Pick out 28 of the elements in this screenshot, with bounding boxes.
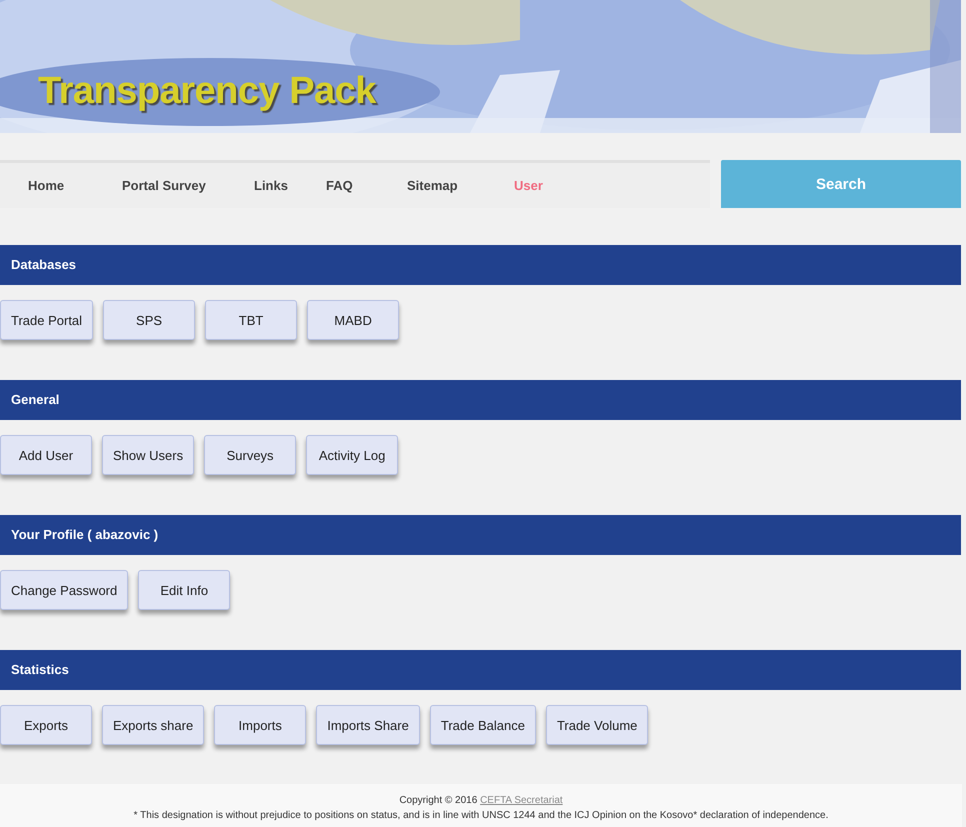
footnote-text: * This designation is without prejudice to positions on status, and is in line with UNSC 1244 and the ICJ Opinion on the Kosovo* declaration of independence. xyxy=(134,810,828,820)
menu-button[interactable]: Change Password xyxy=(0,570,128,610)
nav-link[interactable]: Portal Survey xyxy=(122,178,254,193)
section-header: Statistics xyxy=(0,650,961,690)
menu-button[interactable]: Trade Portal xyxy=(0,300,94,340)
menu-button[interactable]: Imports xyxy=(214,705,306,745)
section-header: Databases xyxy=(0,245,961,285)
menu-button[interactable]: TBT xyxy=(205,300,298,340)
menu-button[interactable]: Trade Balance xyxy=(430,705,536,745)
menu-button[interactable]: Surveys xyxy=(204,435,296,475)
menu-button[interactable]: Exports xyxy=(0,705,92,745)
nav-link[interactable]: FAQ xyxy=(326,178,407,193)
menu-button[interactable]: SPS xyxy=(103,300,196,340)
section-header: General xyxy=(0,380,961,420)
menu-button[interactable]: Add User xyxy=(0,435,92,475)
copyright-text: Copyright © 2016 CEFTA Secretariat xyxy=(399,794,563,806)
nav-link[interactable]: Links xyxy=(254,178,326,193)
menu-button[interactable]: MABD xyxy=(307,300,400,340)
menu-button[interactable]: Trade Volume xyxy=(546,705,648,745)
menu-button[interactable]: Exports share xyxy=(102,705,204,745)
menu-button[interactable]: Edit Info xyxy=(138,570,230,610)
menu-button[interactable]: Show Users xyxy=(102,435,194,475)
site-title: Transparency Pack xyxy=(38,70,376,113)
section-header: Your Profile ( abazovic ) xyxy=(0,515,961,555)
nav-link[interactable]: Sitemap xyxy=(407,178,514,193)
menu-button[interactable]: Activity Log xyxy=(306,435,398,475)
menu-button[interactable]: Imports Share xyxy=(316,705,420,745)
nav-link[interactable]: Home xyxy=(28,178,122,193)
